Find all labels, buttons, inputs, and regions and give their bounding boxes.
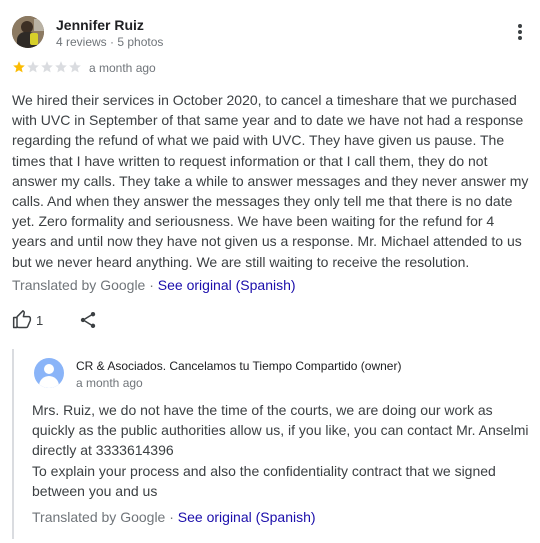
translation-separator: · (145, 277, 158, 293)
review-line: with UVC in September of that same year … (12, 112, 524, 129)
review-date: a month ago (89, 61, 156, 75)
like-count: 1 (36, 313, 44, 328)
share-icon (80, 312, 96, 328)
owner-reply: CR & Asociados. Cancelamos tu Tiempo Com… (12, 349, 534, 539)
star-rating (12, 60, 82, 74)
star-empty-icon (69, 61, 81, 73)
review-line: answer my calls. They take a while to an… (12, 172, 529, 189)
reply-line: To explain your process and also the con… (32, 462, 496, 479)
review-line: yet. Zero formality and seriousness. We … (12, 213, 495, 230)
review-header: Jennifer Ruiz 4 reviews · 5 photos (12, 16, 532, 50)
like-button[interactable]: 1 (12, 310, 46, 330)
reply-line: quickly as the public authorities allow … (32, 422, 529, 439)
review-line: We hired their services in October 2020,… (12, 92, 517, 108)
share-button[interactable] (78, 310, 98, 330)
star-empty-icon (41, 61, 53, 73)
star-empty-icon (55, 61, 67, 73)
translated-by-label: Translated by Google (32, 509, 166, 525)
reviewer-avatar[interactable] (12, 16, 44, 48)
review-line: years and until now they have not given … (12, 233, 522, 250)
owner-reply-date: a month ago (76, 376, 143, 390)
reviewer-name[interactable]: Jennifer Ruiz (56, 17, 144, 33)
reply-line: between you and us (32, 482, 158, 499)
star-empty-icon (27, 61, 39, 73)
review-line: regarding the refund of what we paid wit… (12, 132, 505, 149)
review-text: We hired their services in October 2020,… (12, 90, 532, 272)
owner-reply-text: Mrs. Ruiz, we do not have the time of th… (32, 400, 532, 501)
owner-avatar[interactable] (34, 358, 64, 388)
star-filled-icon (13, 61, 25, 73)
review-line: but we never heard anything. We are stil… (12, 253, 470, 270)
owner-name[interactable]: CR & Asociados. Cancelamos tu Tiempo Com… (76, 359, 401, 373)
more-options-button[interactable] (508, 20, 532, 44)
see-original-link[interactable]: See original (Spanish) (158, 277, 296, 293)
reply-line: Mrs. Ruiz, we do not have the time of th… (32, 402, 493, 418)
reply-line: directly at 3333614396 (32, 442, 174, 459)
review-line: calls. And when they answer the messages… (12, 193, 513, 210)
thumb-up-icon (12, 310, 32, 329)
see-original-link[interactable]: See original (Spanish) (178, 509, 316, 525)
more-vert-icon (518, 24, 522, 40)
translation-separator: · (165, 509, 178, 525)
reviewer-meta: 4 reviews · 5 photos (56, 35, 164, 49)
owner-reply-translation-line: Translated by Google · See original (Spa… (32, 509, 316, 525)
review-translation-line: Translated by Google · See original (Spa… (12, 277, 296, 293)
translated-by-label: Translated by Google (12, 277, 146, 293)
review-line: times that I have written to request inf… (12, 152, 488, 169)
